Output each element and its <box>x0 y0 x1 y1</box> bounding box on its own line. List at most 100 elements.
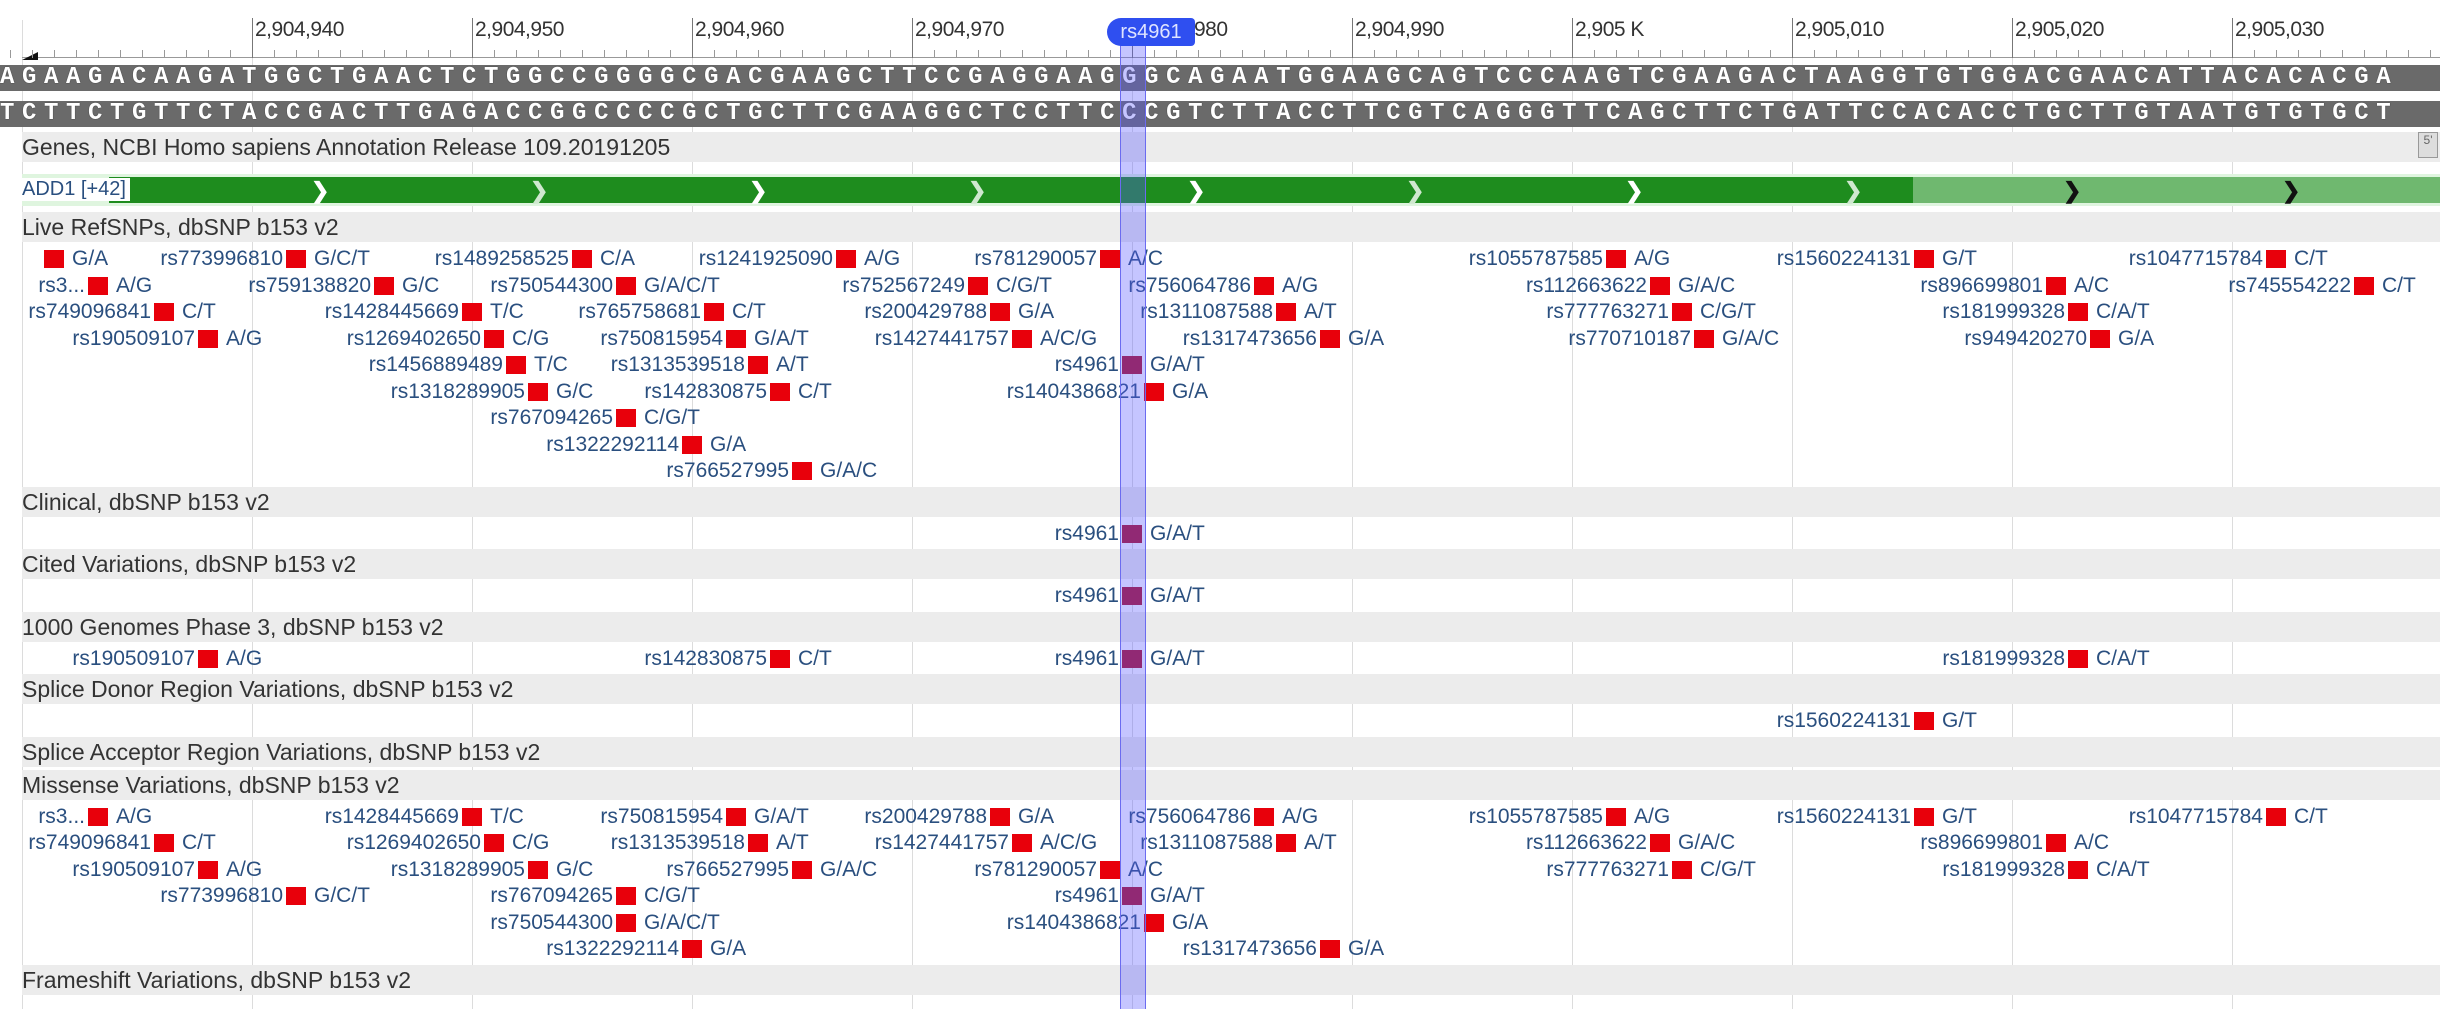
snp-marker[interactable] <box>2068 649 2088 668</box>
snp-name[interactable]: rs1313539518 <box>611 831 745 855</box>
snp-marker[interactable] <box>792 860 812 879</box>
snp-name[interactable]: rs1318289905 <box>391 858 525 882</box>
snp-marker[interactable] <box>2068 860 2088 879</box>
snp-name[interactable]: rs4961 <box>1055 884 1119 908</box>
snp-marker[interactable] <box>1276 834 1296 852</box>
snp-marker[interactable] <box>1914 250 1934 268</box>
snp-marker[interactable] <box>1320 940 1340 958</box>
snp-name[interactable]: rs1489258525 <box>435 247 569 271</box>
snp-name[interactable]: rs749096841 <box>28 831 151 855</box>
snp-marker[interactable] <box>528 860 548 879</box>
snp-name[interactable]: rs1055787585 <box>1469 247 1603 271</box>
track-header[interactable]: Splice Donor Region Variations, dbSNP b1… <box>22 674 2440 704</box>
snp-name[interactable]: rs756064786 <box>1128 805 1251 829</box>
snp-marker[interactable] <box>2046 834 2066 852</box>
snp-marker[interactable] <box>1320 329 1340 348</box>
snp-name[interactable]: rs181999328 <box>1942 647 2065 671</box>
snp-name[interactable]: rs766527995 <box>666 459 789 483</box>
snp-marker[interactable] <box>1672 303 1692 321</box>
snp-name[interactable]: rs750815954 <box>600 805 723 829</box>
snp-name[interactable]: rs1313539518 <box>611 353 745 377</box>
snp-name[interactable]: rs1427441757 <box>875 327 1009 351</box>
snp-marker[interactable] <box>154 303 174 321</box>
track-header[interactable]: Cited Variations, dbSNP b153 v2 <box>22 549 2440 579</box>
snp-name[interactable]: rs777763271 <box>1546 300 1669 324</box>
snp-name[interactable]: rs1241925090 <box>699 247 833 271</box>
snp-marker[interactable] <box>2266 807 2286 826</box>
snp-name[interactable]: rs770710187 <box>1568 327 1691 351</box>
snp-marker[interactable] <box>748 834 768 852</box>
snp-marker[interactable] <box>1254 807 1274 826</box>
snp-name[interactable]: rs749096841 <box>28 300 151 324</box>
track-header[interactable]: Live RefSNPs, dbSNP b153 v2 <box>22 212 2440 242</box>
marker-flag-rs4961[interactable]: rs4961 <box>1107 18 1195 46</box>
snp-name[interactable]: rs190509107 <box>72 647 195 671</box>
snp-name[interactable]: rs766527995 <box>666 858 789 882</box>
snp-name[interactable]: rs759138820 <box>248 274 371 298</box>
snp-name[interactable]: rs781290057 <box>974 247 1097 271</box>
snp-marker[interactable] <box>1606 250 1626 268</box>
snp-marker[interactable] <box>704 303 724 321</box>
snp-name[interactable]: rs1311087588 <box>1140 300 1273 324</box>
track-header[interactable]: Splice Acceptor Region Variations, dbSNP… <box>22 736 2440 767</box>
snp-name[interactable]: rs896699801 <box>1920 274 2043 298</box>
snp-marker[interactable] <box>1100 250 1120 268</box>
track-header[interactable]: Frameshift Variations, dbSNP b153 v2 <box>22 964 2440 995</box>
snp-name[interactable]: rs1428445669 <box>325 300 459 324</box>
snp-marker[interactable] <box>616 887 636 905</box>
snp-marker[interactable] <box>88 276 108 295</box>
snp-name[interactable]: rs112663622 <box>1526 831 1647 855</box>
snp-marker[interactable] <box>792 462 812 480</box>
snp-name[interactable]: rs142830875 <box>644 647 767 671</box>
snp-marker[interactable] <box>682 940 702 958</box>
track-header[interactable]: 1000 Genomes Phase 3, dbSNP b153 v2 <box>22 611 2440 642</box>
snp-marker[interactable] <box>990 807 1010 826</box>
genes-track-header[interactable]: Genes, NCBI Homo sapiens Annotation Rele… <box>22 132 2440 162</box>
snp-name[interactable]: rs1311087588 <box>1140 831 1273 855</box>
snp-marker[interactable] <box>748 356 768 374</box>
snp-marker[interactable] <box>1650 834 1670 852</box>
snp-marker[interactable] <box>1672 860 1692 879</box>
snp-marker[interactable] <box>44 250 64 268</box>
snp-name[interactable]: rs777763271 <box>1546 858 1669 882</box>
snp-marker[interactable] <box>198 329 218 348</box>
snp-marker[interactable] <box>1100 860 1120 879</box>
snp-marker[interactable] <box>528 382 548 401</box>
snp-name[interactable]: rs1428445669 <box>325 805 459 829</box>
snp-marker[interactable] <box>1914 807 1934 826</box>
snp-marker[interactable] <box>1012 329 1032 348</box>
snp-name[interactable]: rs1269402650 <box>347 831 481 855</box>
snp-marker[interactable] <box>616 276 636 295</box>
snp-name[interactable]: rs1427441757 <box>875 831 1009 855</box>
track-header[interactable]: Missense Variations, dbSNP b153 v2 <box>22 769 2440 800</box>
gene-utr-bar[interactable] <box>1913 177 2440 203</box>
snp-name[interactable]: rs1322292114 <box>546 937 679 961</box>
snp-name[interactable]: rs949420270 <box>1964 327 2087 351</box>
snp-marker[interactable] <box>88 807 108 826</box>
snp-name[interactable]: rs1317473656 <box>1183 327 1317 351</box>
snp-marker[interactable] <box>770 649 790 668</box>
snp-name[interactable]: rs112663622 <box>1526 274 1647 298</box>
snp-name[interactable]: rs200429788 <box>864 805 987 829</box>
snp-marker[interactable] <box>2354 276 2374 295</box>
snp-name[interactable]: rs773996810 <box>160 247 283 271</box>
snp-marker[interactable] <box>726 807 746 826</box>
snp-name[interactable]: rs3... <box>38 805 85 829</box>
snp-marker[interactable] <box>2068 303 2088 321</box>
snp-marker[interactable] <box>572 250 592 268</box>
snp-marker[interactable] <box>2046 276 2066 295</box>
snp-marker[interactable] <box>616 409 636 427</box>
snp-marker[interactable] <box>990 303 1010 321</box>
snp-name[interactable]: rs773996810 <box>160 884 283 908</box>
scroll-arrow-icon[interactable] <box>22 52 38 60</box>
strand-direction-icon[interactable]: 5' <box>2418 132 2438 158</box>
snp-marker[interactable] <box>286 887 306 905</box>
snp-marker[interactable] <box>1276 303 1296 321</box>
snp-name[interactable]: rs200429788 <box>864 300 987 324</box>
snp-name[interactable]: rs1322292114 <box>546 433 679 457</box>
snp-name[interactable]: rs1560224131 <box>1777 247 1911 271</box>
snp-name[interactable]: rs750544300 <box>490 274 613 298</box>
snp-name[interactable]: rs1047715784 <box>2129 805 2263 829</box>
snp-name[interactable]: rs750544300 <box>490 911 613 935</box>
snp-name[interactable]: rs4961 <box>1055 522 1119 546</box>
